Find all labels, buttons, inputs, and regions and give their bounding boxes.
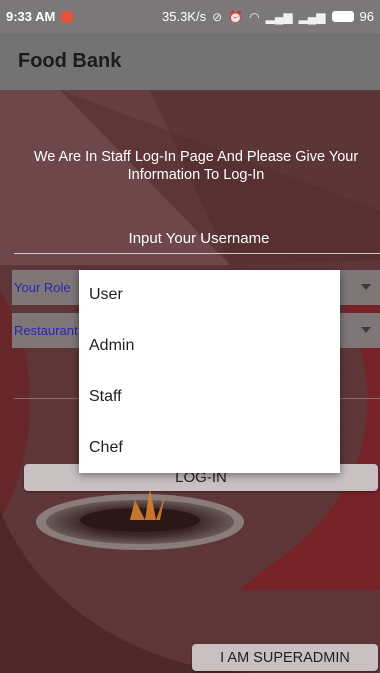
superadmin-button[interactable]: I AM SUPERADMIN [192, 644, 378, 671]
role-option-staff[interactable]: Staff [79, 372, 340, 423]
role-option-user[interactable]: User [79, 270, 340, 321]
signal-icon: ▂▄▆ [265, 9, 293, 24]
alarm-icon: ⏰ [228, 9, 244, 24]
app-bar: Food Bank [0, 33, 380, 90]
role-dropdown-menu: User Admin Staff Chef [79, 270, 340, 473]
chevron-down-icon [361, 327, 371, 333]
network-speed: 35.3K/s [162, 9, 207, 24]
status-bar: 9:33 AM 35.3K/s ⊘ ⏰ ◠ ▂▄▆ ▂▄▆ 96 [0, 0, 380, 33]
status-right: 35.3K/s ⊘ ⏰ ◠ ▂▄▆ ▂▄▆ 96 [162, 9, 374, 24]
wifi-icon: ◠ [249, 9, 260, 24]
battery-level: 96 [359, 9, 374, 24]
username-input[interactable] [14, 224, 380, 254]
role-option-chef[interactable]: Chef [79, 422, 340, 473]
intro-text: We Are In Staff Log-In Page And Please G… [33, 149, 359, 183]
restaurant-spinner-value: Restaurant [14, 323, 78, 338]
notification-icon [61, 10, 74, 23]
signal-2-icon: ▂▄▆ [298, 9, 326, 24]
role-spinner-value: Your Role [14, 280, 71, 295]
status-time: 9:33 AM [6, 9, 56, 24]
chevron-down-icon [361, 284, 371, 290]
battery-icon [331, 11, 354, 22]
role-option-admin[interactable]: Admin [79, 321, 340, 372]
app-title: Food Bank [18, 50, 122, 72]
data-saver-icon: ⊘ [212, 9, 223, 24]
app-screen: 9:33 AM 35.3K/s ⊘ ⏰ ◠ ▂▄▆ ▂▄▆ 96 Food Ba… [0, 0, 380, 673]
